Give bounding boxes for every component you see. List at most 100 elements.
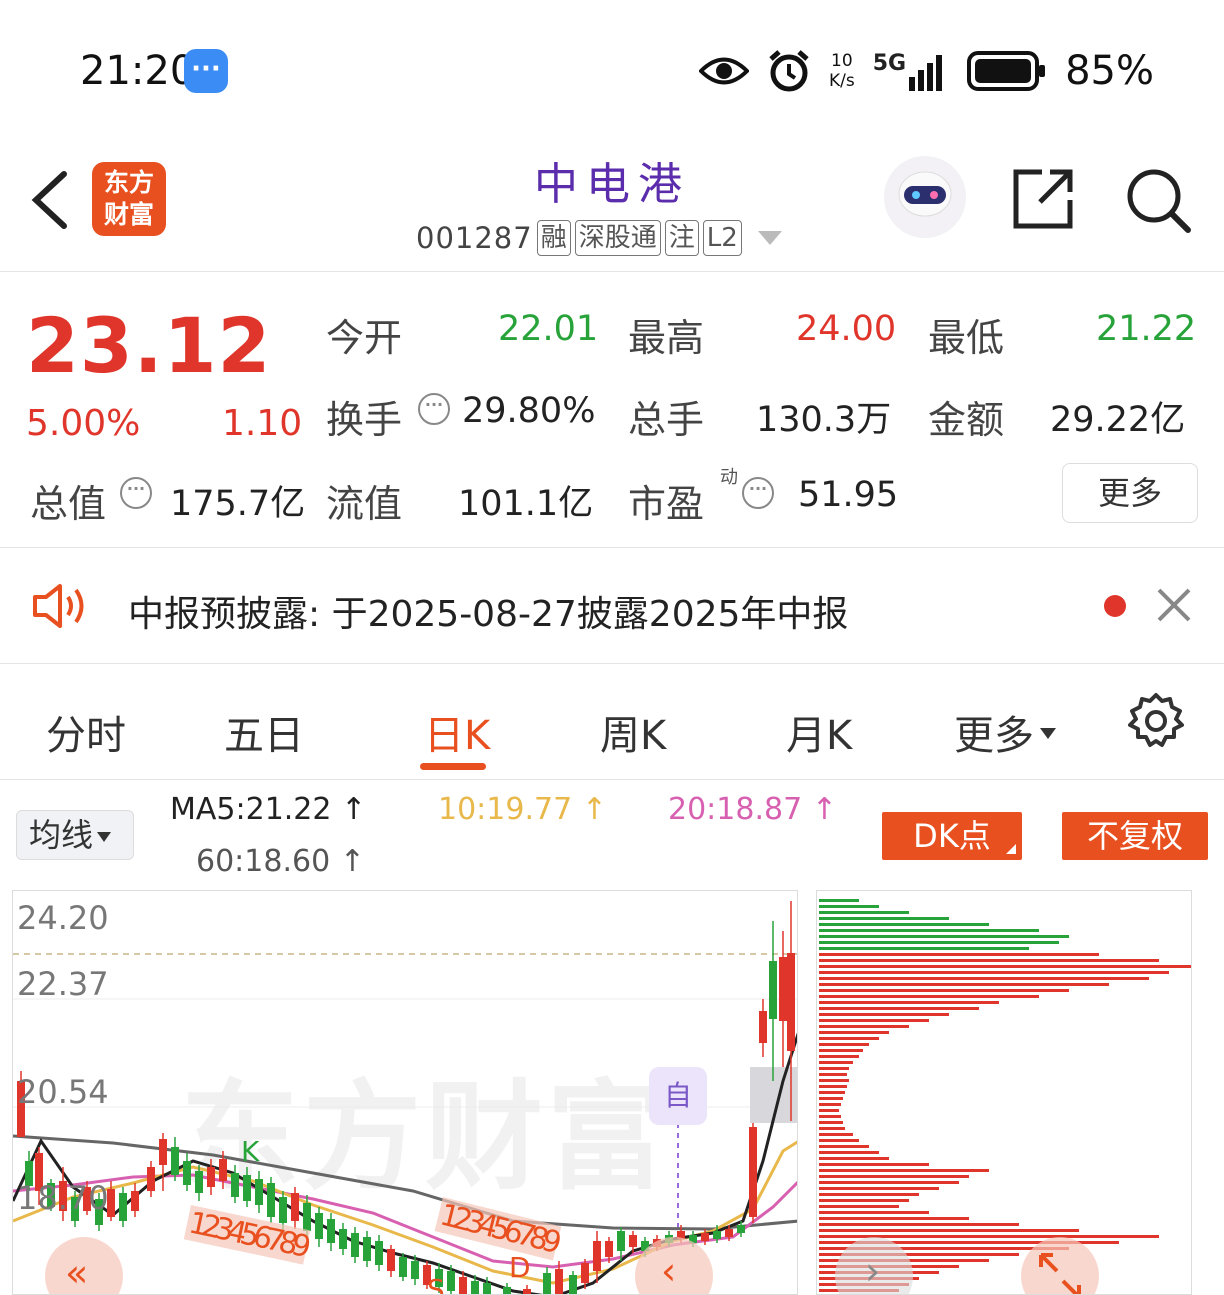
candle-body — [725, 1229, 733, 1237]
volume-profile-bar — [819, 1145, 869, 1148]
price-axis-label: 20.54 — [17, 1073, 109, 1111]
tab-intraday[interactable]: 分时 — [46, 703, 126, 761]
volume-profile-bar — [819, 923, 989, 926]
candle-body — [183, 1161, 191, 1185]
candle-body — [503, 1287, 511, 1294]
corner-arrow-icon — [1006, 844, 1016, 854]
volume-profile-bar — [819, 917, 949, 920]
volume-profile-bar — [819, 1073, 847, 1076]
marker-s: S — [427, 1273, 445, 1295]
indicator-select[interactable]: 均线 — [16, 810, 134, 860]
signal-indicator: 5G — [873, 51, 949, 91]
open-label: 今开 — [326, 316, 403, 360]
chevron-down-icon[interactable] — [757, 231, 782, 245]
quote-panel: 23.12 5.00% 1.10 今开 22.01 最高 24.00 最低 21… — [0, 273, 1224, 548]
market-cap-value: 175.7亿 — [170, 484, 306, 524]
candle-body — [779, 957, 787, 1021]
float-cap-value: 101.1亿 — [458, 484, 594, 524]
ma10-value: 10:19.77 ↑ — [438, 792, 607, 827]
high-value: 24.00 — [796, 309, 897, 349]
speaker-icon — [33, 584, 84, 628]
turnover-value: 29.80% — [462, 391, 596, 431]
candle-body — [291, 1193, 299, 1221]
candle-body — [363, 1237, 371, 1261]
fullscreen-button[interactable] — [1021, 1237, 1099, 1294]
candle-body — [267, 1183, 275, 1217]
kline-chart[interactable]: 东方财富 24.20 22.37 20.54 18.70 自 K 1234567… — [12, 890, 798, 1295]
candle-body — [195, 1171, 203, 1193]
candle-body — [701, 1233, 709, 1241]
volume-profile-bar — [819, 905, 879, 908]
tab-daily-k[interactable]: 日K — [424, 703, 490, 761]
change-amount: 1.10 — [222, 403, 303, 444]
volume-profile-bar — [819, 1109, 839, 1112]
candle-body — [749, 1127, 757, 1217]
volume-profile-bar — [819, 971, 1169, 974]
high-label: 最高 — [628, 316, 705, 360]
volume-profile-bar — [819, 1049, 863, 1052]
close-icon[interactable] — [1156, 587, 1192, 623]
battery-percent: 85% — [1065, 48, 1154, 94]
dk-point-button[interactable]: DK点 — [882, 812, 1022, 860]
search-icon[interactable] — [1124, 166, 1192, 234]
unread-dot — [1104, 595, 1126, 617]
chat-notification-icon — [184, 49, 228, 93]
candle-body — [737, 1225, 745, 1233]
volume-profile-bar — [819, 983, 1109, 986]
candle-body — [387, 1249, 395, 1271]
volume-profile-bar — [819, 1163, 929, 1166]
caret-down-icon — [97, 832, 112, 842]
candle-body — [411, 1261, 419, 1279]
volume-profile-bar — [819, 1001, 999, 1004]
candle-body — [713, 1231, 721, 1239]
tag-level2: L2 — [702, 220, 742, 256]
candle-body — [617, 1231, 625, 1251]
volume-profile-bar — [819, 1013, 949, 1016]
marker-d: D — [509, 1251, 531, 1284]
volume-profile-bar — [819, 1019, 929, 1022]
share-icon[interactable] — [1010, 166, 1076, 232]
volume-profile-bar — [819, 1103, 841, 1106]
period-tabs: 分时 五日 日K 周K 月K 更多 — [0, 665, 1224, 780]
candle-body — [147, 1167, 155, 1191]
candle-body — [569, 1275, 577, 1294]
volume-profile-chart[interactable]: › — [816, 890, 1192, 1295]
tab-more[interactable]: 更多 — [954, 703, 1056, 761]
volume-value: 130.3万 — [756, 400, 892, 440]
volume-profile-bar — [819, 1157, 889, 1160]
pe-value: 51.95 — [798, 475, 899, 515]
gear-icon[interactable] — [1126, 691, 1186, 751]
candle-body — [327, 1219, 335, 1243]
alarm-icon — [769, 50, 809, 92]
volume-label: 总手 — [628, 398, 705, 442]
adjustment-button[interactable]: 不复权 — [1062, 812, 1208, 860]
candle-body — [303, 1203, 311, 1231]
low-label: 最低 — [928, 316, 1005, 360]
notice-bar[interactable]: 中报预披露: 于2025-08-27披露2025年中报 — [0, 549, 1224, 664]
price-axis-label: 24.20 — [17, 899, 109, 937]
candle-body — [279, 1197, 287, 1223]
info-icon[interactable]: ··· — [418, 393, 450, 425]
status-bar: 21:20 10K/s 5G 85% — [0, 0, 1224, 140]
candle-body — [243, 1175, 251, 1201]
stock-code-row[interactable]: 001287 融 深股通 注 L2 — [416, 218, 782, 258]
info-icon[interactable]: ··· — [120, 477, 152, 509]
volume-profile-bar — [819, 929, 1039, 932]
tab-monthly-k[interactable]: 月K — [786, 703, 852, 761]
candle-body — [119, 1193, 127, 1221]
ai-assistant-icon[interactable] — [884, 156, 966, 238]
volume-profile-bar — [819, 1061, 853, 1064]
tag-registration: 注 — [664, 220, 699, 256]
signal-badge[interactable]: 自 — [649, 1067, 707, 1125]
info-icon[interactable]: ··· — [742, 477, 774, 509]
candle-body — [375, 1241, 383, 1265]
tab-weekly-k[interactable]: 周K — [600, 703, 666, 761]
candle-body — [231, 1173, 239, 1197]
candle-body — [769, 961, 777, 1019]
more-quote-button[interactable]: 更多 — [1062, 463, 1198, 523]
volume-profile-bar — [819, 1169, 989, 1172]
float-cap-label: 流值 — [326, 482, 403, 526]
candle-body — [759, 1011, 767, 1043]
volume-profile-bar — [819, 1139, 859, 1142]
tab-five-day[interactable]: 五日 — [224, 703, 304, 761]
